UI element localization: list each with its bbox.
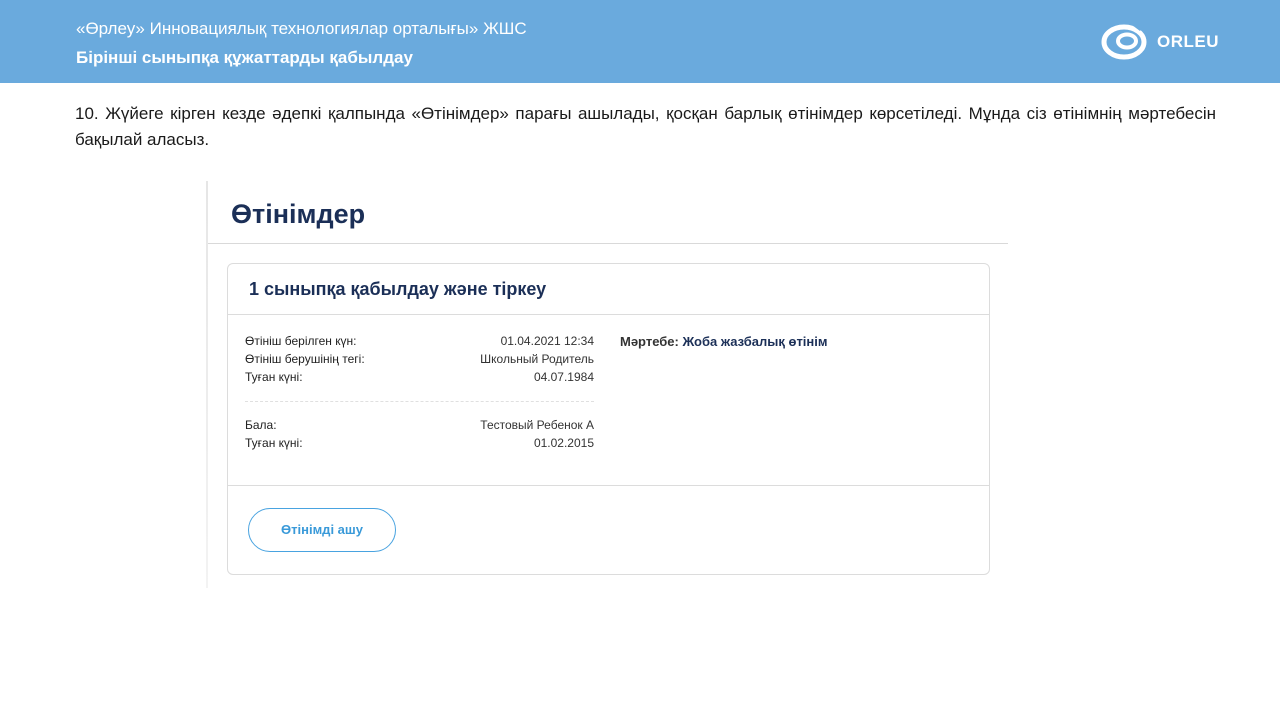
status-value: Жоба жазбалық өтінім [682,334,828,349]
card-title: 1 сыныпқа қабылдау және тіркеу [249,279,547,299]
row-value: 04.07.1984 [533,370,594,384]
app-screenshot: Өтінімдер 1 сыныпқа қабылдау және тіркеу… [206,181,1008,588]
open-application-button-label: Өтінімді ашу [281,522,363,537]
status-line: Мәртебе: Жоба жазбалық өтінім [620,334,828,349]
orleu-logo: ORLEU [1100,22,1220,62]
row-value: 01.04.2021 12:34 [500,334,594,348]
orleu-logo-icon [1101,24,1147,60]
row-label: Туған күні: [245,370,303,384]
organization-name: «Өрлеу» Инновациялық технологиялар ортал… [76,19,527,38]
logo-wordmark: ORLEU [1157,32,1219,51]
child-name-row: Бала: Тестовый Ребенок А [245,418,594,436]
applicant-birthdate-row: Туған күні: 04.07.1984 [245,370,594,388]
submission-date-row: Өтініш берілген күн: 01.04.2021 12:34 [245,334,594,352]
title-divider [208,243,1008,244]
row-value: 01.02.2015 [533,436,594,450]
applicant-name-row: Өтініш берушінің тегі: Школьный Родитель [245,352,594,370]
page-title: Өтінімдер [231,199,366,229]
row-value: Тестовый Ребенок А [480,418,594,432]
row-label: Өтініш берілген күн: [245,334,357,348]
section-title: Бірінші сыныпқа құжаттарды қабылдау [76,48,413,67]
instruction-text: 10. Жүйеге кірген кезде әдепкі қалпында … [75,104,1216,149]
row-label: Өтініш берушінің тегі: [245,352,365,366]
section-separator [245,401,594,402]
open-application-button[interactable]: Өтінімді ашу [248,508,396,552]
child-birthdate-row: Туған күні: 01.02.2015 [245,436,594,454]
slide-header: «Өрлеу» Инновациялық технологиялар ортал… [0,0,1280,83]
row-label: Бала: [245,418,277,432]
card-footer-divider [228,485,989,486]
row-value: Школьный Родитель [480,352,594,366]
status-label: Мәртебе: [620,334,679,349]
row-label: Туған күні: [245,436,303,450]
card-header-divider [228,314,989,315]
application-card: 1 сыныпқа қабылдау және тіркеу Өтініш бе… [227,263,990,575]
